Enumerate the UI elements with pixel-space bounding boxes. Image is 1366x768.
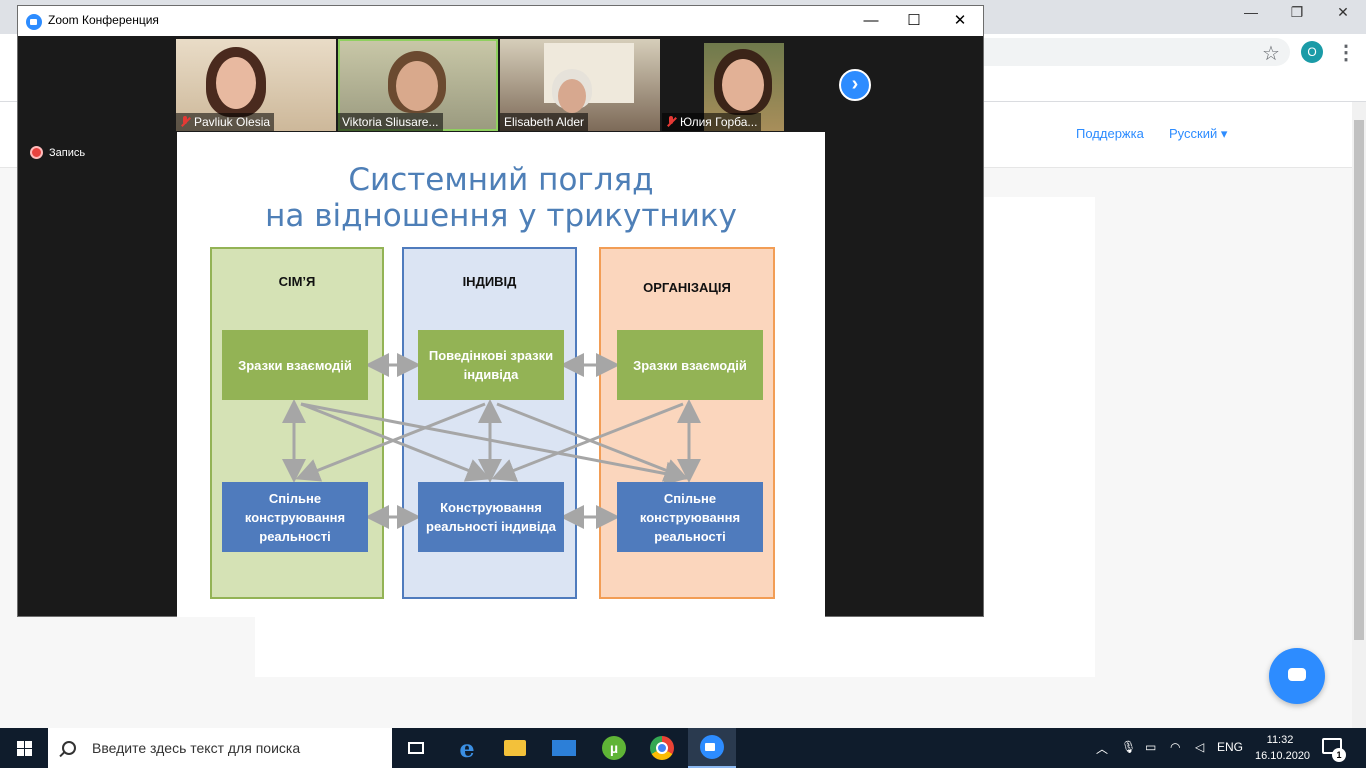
zoom-logo-icon [26, 14, 42, 30]
box-individual-construction: Конструювання реальності індивіда [418, 482, 564, 552]
clock-time: 11:32 [1266, 734, 1294, 746]
participant-name: Elisabeth Alder [504, 115, 585, 129]
participant-face [216, 57, 256, 109]
chevron-down-icon: ▾ [1220, 126, 1228, 141]
arrow-diag-5 [300, 402, 689, 486]
windows-logo-part [25, 741, 32, 748]
zoom-taskbar-icon[interactable] [688, 728, 736, 768]
utorrent-glyph: µ [602, 736, 626, 760]
language-label: Русский [1169, 126, 1218, 141]
box-family-interactions: Зразки взаємодій [222, 330, 368, 400]
record-icon [30, 146, 43, 159]
search-placeholder: Введите здесь текст для поиска [92, 740, 301, 756]
microphone-icon[interactable]: 🎙 [1121, 740, 1136, 754]
address-bar[interactable] [980, 38, 1290, 66]
chat-bubble-icon [1288, 668, 1306, 681]
browser-minimize-button[interactable]: — [1228, 4, 1274, 20]
file-explorer-icon[interactable] [491, 728, 539, 768]
mic-muted-icon [180, 116, 190, 128]
recording-indicator[interactable]: Запись [30, 146, 85, 159]
participant-video-3[interactable]: Elisabeth Alder [500, 39, 660, 131]
participant-face [722, 59, 764, 111]
mail-icon[interactable] [540, 728, 588, 768]
zoom-window: Zoom Конференция — ☐ ✕ Запись Pavliuk Ol… [17, 5, 984, 617]
participant-name-tag: Elisabeth Alder [500, 113, 589, 131]
participant-face [558, 79, 586, 113]
box-individual-behaviour: Поведінкові зразки індивіда [418, 330, 564, 400]
browser-restore-button[interactable]: ❐ [1274, 4, 1320, 21]
participant-face [396, 61, 438, 111]
chat-button[interactable] [1269, 648, 1325, 704]
mail-glyph [552, 740, 576, 756]
participant-name-tag: Pavliuk Olesia [176, 113, 275, 131]
task-view-icon[interactable] [392, 728, 440, 768]
box-organization-interactions: Зразки взаємодій [617, 330, 763, 400]
shared-slide: Системний погляд на відношення у трикутн… [177, 132, 825, 617]
zoom-titlebar: Zoom Конференция — ☐ ✕ [18, 6, 983, 36]
edge-icon[interactable]: e [443, 728, 491, 768]
show-hidden-icons-icon[interactable]: ︿ [1096, 740, 1108, 757]
clock-date: 16.10.2020 [1255, 750, 1311, 762]
chrome-glyph [650, 736, 674, 760]
participant-video-1[interactable]: Pavliuk Olesia [176, 39, 336, 131]
taskbar-search[interactable]: Введите здесь текст для поиска [48, 728, 392, 768]
taskbar: Введите здесь текст для поиска e µ ︿ 🎙 ▭… [0, 728, 1366, 768]
bookmark-star-icon[interactable]: ☆ [1262, 41, 1280, 66]
participant-name: Viktoria Sliusare... [342, 115, 439, 129]
utorrent-icon[interactable]: µ [590, 728, 638, 768]
chrome-icon[interactable] [638, 728, 686, 768]
wifi-icon[interactable]: ◠ [1170, 740, 1180, 754]
box-family-construction: Спільне конструювання реальності [222, 482, 368, 552]
participant-name-tag: Юлия Горба... [662, 113, 762, 131]
box-organization-construction: Спільне конструювання реальності [617, 482, 763, 552]
participant-name: Юлия Горба... [680, 115, 758, 129]
close-button[interactable]: ✕ [937, 9, 983, 33]
browser-menu-icon[interactable]: ⋮ [1336, 40, 1356, 65]
maximize-button[interactable]: ☐ [891, 9, 937, 33]
participant-name: Pavliuk Olesia [194, 115, 271, 129]
browser-close-button[interactable]: ✕ [1320, 4, 1366, 21]
minimize-button[interactable]: — [848, 9, 894, 33]
scrollbar-thumb[interactable] [1354, 120, 1364, 640]
chrome-center [656, 742, 668, 754]
battery-icon[interactable]: ▭ [1145, 740, 1156, 754]
zoom-camera-glyph [705, 743, 715, 751]
windows-logo-part [25, 749, 32, 756]
volume-icon[interactable]: ◁ [1195, 740, 1204, 754]
edge-glyph: e [459, 733, 475, 763]
participant-name-tag: Viktoria Sliusare... [338, 113, 443, 131]
task-view-glyph [408, 742, 424, 754]
mic-muted-icon [666, 116, 676, 128]
windows-logo-part [17, 749, 24, 756]
recording-label: Запись [49, 146, 86, 159]
zoom-glyph [700, 735, 724, 759]
start-button[interactable] [0, 728, 48, 768]
search-icon [62, 741, 76, 755]
folder-glyph [504, 740, 526, 756]
participant-strip: Pavliuk Olesia Viktoria Sliusare... Elis… [176, 39, 826, 131]
participant-video-2[interactable]: Viktoria Sliusare... [338, 39, 498, 131]
next-participants-button[interactable]: › [839, 69, 871, 101]
participant-video-4[interactable]: Юлия Горба... [662, 39, 822, 131]
clock[interactable]: 11:32 16.10.2020 [1255, 732, 1311, 764]
notifications-count: 1 [1332, 748, 1346, 762]
support-link[interactable]: Поддержка [1076, 126, 1144, 141]
language-dropdown[interactable]: Русский ▾ [1169, 126, 1227, 142]
windows-logo-icon [17, 741, 24, 748]
language-indicator[interactable]: ENG [1217, 740, 1243, 754]
profile-avatar[interactable]: O [1301, 41, 1323, 63]
window-title: Zoom Конференция [48, 13, 159, 27]
